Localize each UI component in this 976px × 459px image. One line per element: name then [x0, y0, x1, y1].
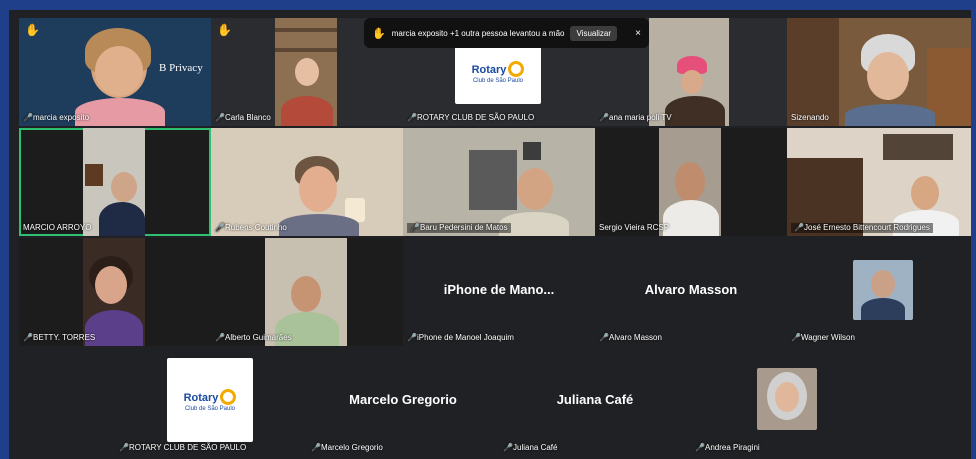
participant-name: 🎤 Alvaro Masson — [599, 333, 662, 342]
mic-muted-icon: 🎤 — [791, 333, 801, 342]
mic-muted-icon: 🎤 — [215, 223, 225, 232]
video-grid: ✋ marcia exposito +1 outra pessoa levant… — [9, 10, 971, 459]
cabinet — [469, 150, 517, 210]
participant-tile[interactable]: Sizenando — [787, 18, 971, 126]
mic-muted-icon: 🎤 — [23, 113, 33, 122]
participant-name: MARCIO ARROYO — [23, 223, 92, 232]
participant-tile[interactable]: 🎤 BETTY. TORRES — [19, 238, 211, 346]
mic-muted-icon: 🎤 — [410, 223, 420, 232]
mic-muted-icon: 🎤 — [599, 113, 609, 122]
participant-display-name: iPhone de Mano... — [443, 282, 555, 297]
raised-hand-icon: ✋ — [217, 23, 232, 37]
participant-name: 🎤 marcia exposito — [23, 113, 90, 122]
body-shape — [861, 298, 905, 320]
participant-tile[interactable]: 🎤 Alberto Guimarães — [211, 238, 403, 346]
mic-muted-icon: 🎤 — [503, 443, 513, 452]
bookshelf — [275, 28, 337, 32]
face-shape — [95, 266, 127, 304]
participant-name: 🎤 ROTARY CLUB DE SÃO PAULO — [407, 113, 535, 122]
rotary-wheel-icon — [220, 388, 237, 405]
mic-muted-icon: 🎤 — [407, 113, 417, 122]
participant-name: 🎤 Baru Pedersini de Matos — [407, 223, 511, 233]
face-shape — [911, 176, 939, 210]
face-shape — [867, 52, 909, 100]
rotary-logo: Rotary Club de São Paulo — [455, 40, 541, 104]
participant-tile[interactable]: Marcelo Gregorio 🎤 Marcelo Gregorio — [307, 348, 499, 456]
participant-name: 🎤 BETTY. TORRES — [23, 333, 96, 342]
participant-tile[interactable]: 🎤 Wagner Wilson — [787, 238, 971, 346]
participant-name: 🎤 Rubens Coutinho — [215, 223, 287, 232]
face-shape — [295, 58, 319, 86]
face-shape — [775, 382, 799, 412]
rotary-logo: Rotary Club de São Paulo — [167, 358, 253, 442]
body-shape — [99, 202, 145, 236]
participant-tile[interactable]: 🎤 Baru Pedersini de Matos — [403, 128, 595, 236]
mic-muted-icon: 🎤 — [311, 443, 321, 452]
participant-tile[interactable]: B Privacy ✋ 🎤 marcia exposito — [19, 18, 211, 126]
participant-name: 🎤 iPhone de Manoel Joaquim — [407, 333, 514, 342]
raised-hand-icon: ✋ — [25, 23, 40, 37]
participant-tile[interactable]: Alvaro Masson 🎤 Alvaro Masson — [595, 238, 787, 346]
participant-name: 🎤 José Ernesto Bittencourt Rodrigues — [791, 223, 933, 233]
participant-tile[interactable]: 🎤 Rubens Coutinho — [211, 128, 403, 236]
body-shape — [281, 96, 333, 126]
face-shape — [299, 166, 337, 212]
mic-muted-icon: 🎤 — [215, 113, 225, 122]
face-shape — [517, 168, 553, 210]
participant-tile[interactable]: Rotary Club de São Paulo 🎤 ROTARY CLUB DE… — [115, 348, 307, 456]
body-shape — [663, 200, 719, 236]
participant-name: 🎤 Juliana Café — [503, 443, 558, 452]
background-logo-text: B Privacy — [159, 62, 203, 74]
raise-hand-notification: ✋ marcia exposito +1 outra pessoa levant… — [364, 18, 649, 48]
participant-name: Sizenando — [791, 113, 829, 122]
face-shape — [291, 276, 321, 312]
participant-name: 🎤 Alberto Guimarães — [215, 333, 292, 342]
participant-name: 🎤 ROTARY CLUB DE SÃO PAULO — [119, 443, 247, 452]
participant-name: Sergio Vieira RCSP — [599, 223, 670, 232]
bookshelf — [275, 48, 337, 52]
face-shape — [95, 46, 143, 96]
body-shape — [845, 104, 935, 126]
participant-name: 🎤 ana maria poli TV — [599, 113, 672, 122]
picture-frame — [883, 134, 953, 160]
participant-display-name: Juliana Café — [556, 392, 634, 407]
view-button[interactable]: Visualizar — [570, 25, 618, 41]
mic-muted-icon: 🎤 — [23, 333, 33, 342]
avatar — [853, 260, 913, 320]
participant-tile[interactable]: iPhone de Mano... 🎤 iPhone de Manoel Joaq… — [403, 238, 595, 346]
participant-tile[interactable]: MARCIO ARROYO — [19, 128, 211, 236]
picture-frame — [85, 164, 103, 186]
participant-name: 🎤 Marcelo Gregorio — [311, 443, 383, 452]
participant-tile[interactable]: 🎤 Andrea Piragini — [691, 348, 883, 456]
participant-name: 🎤 Andrea Piragini — [695, 443, 760, 452]
participant-tile[interactable]: Sergio Vieira RCSP — [595, 128, 787, 236]
face-shape — [871, 270, 895, 298]
mic-muted-icon: 🎤 — [407, 333, 417, 342]
participant-display-name: Marcelo Gregorio — [349, 392, 457, 407]
mic-muted-icon: 🎤 — [695, 443, 705, 452]
close-icon[interactable]: × — [635, 28, 641, 39]
mic-muted-icon: 🎤 — [119, 443, 129, 452]
mic-muted-icon: 🎤 — [794, 223, 804, 232]
mic-muted-icon: 🎤 — [215, 333, 225, 342]
notification-text: marcia exposito +1 outra pessoa levantou… — [391, 28, 565, 38]
participant-display-name: Alvaro Masson — [644, 282, 738, 297]
body-shape — [279, 214, 359, 236]
mic-muted-icon: 🎤 — [599, 333, 609, 342]
face-shape — [681, 70, 703, 94]
rotary-wheel-icon — [508, 60, 525, 77]
body-shape — [665, 96, 725, 126]
avatar — [757, 368, 817, 430]
participant-tile[interactable]: Juliana Café 🎤 Juliana Café — [499, 348, 691, 456]
picture-frame — [523, 142, 541, 160]
bookshelf — [787, 18, 839, 126]
participant-tile[interactable]: 🎤 José Ernesto Bittencourt Rodrigues — [787, 128, 971, 236]
participant-name: 🎤 Wagner Wilson — [791, 333, 855, 342]
face-shape — [675, 162, 705, 202]
raised-hand-icon: ✋ — [372, 27, 386, 40]
face-shape — [111, 172, 137, 202]
participant-name: 🎤 Carla Blanco — [215, 113, 271, 122]
